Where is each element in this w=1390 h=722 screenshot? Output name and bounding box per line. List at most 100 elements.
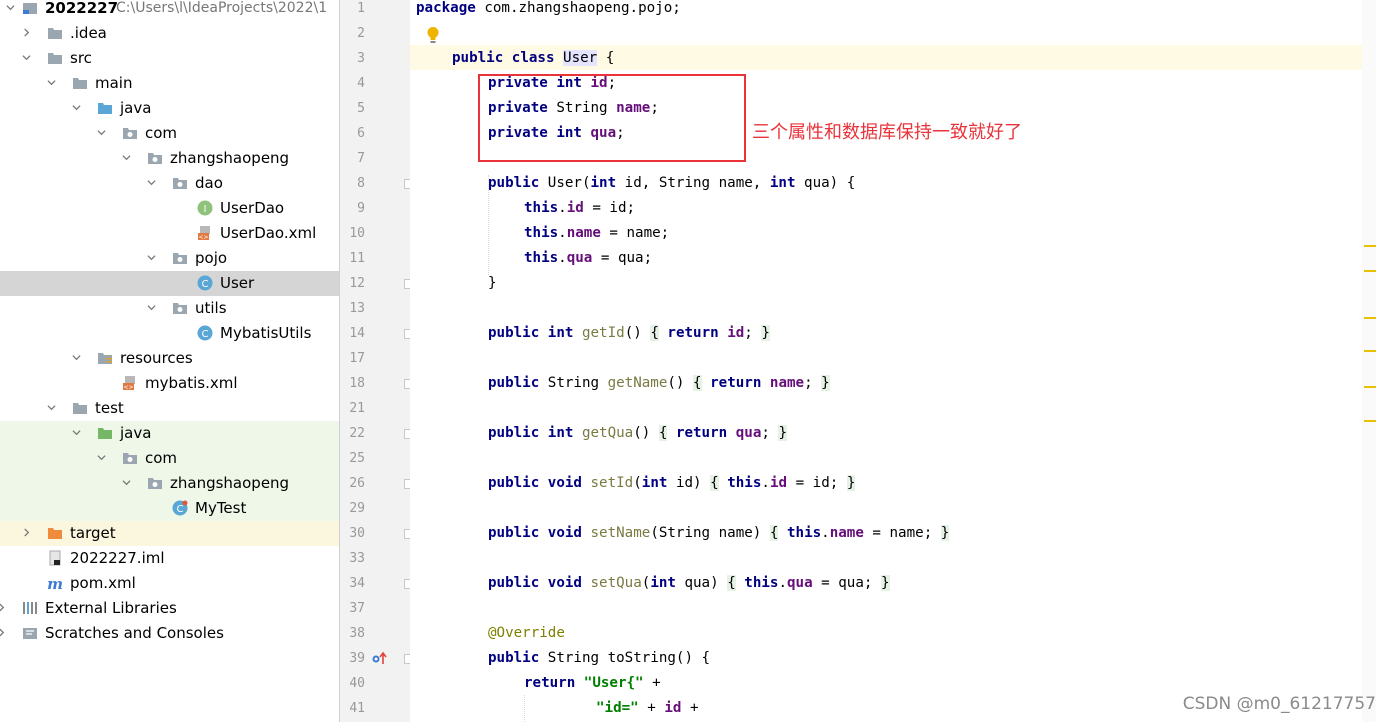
tree-row-scratches[interactable]: Scratches and Consoles: [0, 621, 339, 646]
override-method-icon[interactable]: [371, 650, 387, 666]
code-method: getQua: [581, 425, 634, 441]
tree-row-pojo[interactable]: pojo: [0, 246, 339, 271]
package-icon: [148, 153, 162, 164]
tree-row-utils[interactable]: utils: [0, 296, 339, 321]
tree-row-resources[interactable]: resources: [0, 346, 339, 371]
chevron-down-icon[interactable]: [6, 3, 15, 12]
tree-item-label: resources: [120, 349, 193, 367]
code-text: .: [558, 200, 567, 216]
tree-item-label: utils: [195, 299, 227, 317]
code-keyword: int: [769, 175, 796, 191]
tree-item-label: .idea: [70, 24, 107, 42]
tree-item-label: zhangshaopeng: [170, 474, 290, 492]
chevron-down-icon[interactable]: [72, 353, 81, 362]
error-stripe-marker[interactable]: [1364, 270, 1376, 272]
code-text: = id;: [583, 200, 636, 216]
line-number: 29: [349, 501, 365, 516]
error-stripe-marker[interactable]: [1364, 350, 1376, 352]
chevron-right-icon[interactable]: [0, 628, 6, 637]
code-line-40: return "User{" +: [524, 671, 661, 696]
tree-item-label: MybatisUtils: [220, 324, 312, 342]
tree-row-mybatis-xml[interactable]: <> mybatis.xml: [0, 371, 339, 396]
test-folder-icon: [98, 428, 112, 439]
tree-item-label: 2022227.iml: [70, 549, 165, 567]
code-keyword: int: [650, 575, 676, 591]
error-stripe-marker[interactable]: [1364, 245, 1376, 247]
tree-item-label: UserDao: [220, 199, 285, 217]
code-line-30: public void setName(String name) { this.…: [488, 521, 950, 546]
code-brace: {: [693, 375, 702, 391]
chevron-down-icon[interactable]: [122, 153, 131, 162]
code-brace: }: [821, 375, 830, 391]
line-number: 25: [349, 451, 365, 466]
chevron-down-icon[interactable]: [97, 128, 106, 137]
chevron-down-icon[interactable]: [72, 103, 81, 112]
tree-row-pom[interactable]: m pom.xml: [0, 571, 339, 596]
tree-row-main[interactable]: main: [0, 71, 339, 96]
line-number: 7: [357, 151, 365, 166]
code-field: id: [727, 325, 745, 341]
code-brace: }: [761, 325, 770, 341]
svg-text:<>: <>: [198, 234, 208, 241]
project-root-path: C:\Users\l\IdeaProjects\2022\1: [116, 0, 328, 16]
tree-row-project-root[interactable]: 2022227 C:\Users\l\IdeaProjects\2022\1: [0, 0, 339, 21]
code-text: ;: [863, 575, 873, 591]
tree-row-test-zhangshaopeng[interactable]: zhangshaopeng: [0, 471, 339, 496]
chevron-down-icon[interactable]: [47, 403, 56, 412]
chevron-down-icon[interactable]: [147, 303, 156, 312]
code-text: .: [761, 475, 770, 491]
tree-row-zhangshaopeng[interactable]: zhangshaopeng: [0, 146, 339, 171]
code-method: getName: [607, 375, 668, 391]
tree-item-label: com: [145, 449, 178, 467]
chevron-down-icon[interactable]: [97, 453, 106, 462]
tree-row-src[interactable]: src: [0, 46, 339, 71]
code-field: name: [829, 525, 864, 541]
chevron-down-icon[interactable]: [122, 478, 131, 487]
tree-row-idea[interactable]: .idea: [0, 21, 339, 46]
chevron-down-icon[interactable]: [47, 78, 56, 87]
code-keyword: return: [675, 425, 728, 441]
lightbulb-icon[interactable]: [426, 26, 440, 44]
class-icon: C: [197, 325, 213, 341]
tree-item-label: java: [120, 424, 152, 442]
line-number: 5: [357, 101, 365, 116]
chevron-down-icon[interactable]: [22, 53, 31, 62]
code-field: qua: [787, 575, 813, 591]
tree-row-com[interactable]: com: [0, 121, 339, 146]
tree-row-user-selected[interactable]: C User: [0, 271, 339, 296]
tree-row-userdao-xml[interactable]: <> UserDao.xml: [0, 221, 339, 246]
line-number: 6: [357, 126, 365, 141]
excluded-folder-icon: [48, 528, 62, 539]
tree-row-userdao[interactable]: I UserDao: [0, 196, 339, 221]
tree-row-mytest[interactable]: C MyTest: [0, 496, 339, 521]
tree-row-test[interactable]: test: [0, 396, 339, 421]
tree-row-target[interactable]: target: [0, 521, 339, 546]
tree-row-dao[interactable]: dao: [0, 171, 339, 196]
error-stripe-marker[interactable]: [1364, 420, 1376, 422]
iml-file-icon: [49, 550, 61, 566]
tree-row-external-libraries[interactable]: External Libraries: [0, 596, 339, 621]
chevron-right-icon[interactable]: [0, 603, 6, 612]
line-number: 14: [349, 326, 365, 341]
chevron-down-icon[interactable]: [72, 428, 81, 437]
code-keyword: this: [524, 250, 559, 266]
error-stripe-marker[interactable]: [1364, 317, 1376, 319]
tree-row-test-java[interactable]: java: [0, 421, 339, 446]
line-number: 11: [349, 251, 365, 266]
code-text: .: [821, 525, 830, 541]
code-text: (): [667, 375, 694, 391]
tree-row-iml[interactable]: 2022227.iml: [0, 546, 339, 571]
editor-scrollbar[interactable]: [1362, 0, 1376, 722]
package-icon: [148, 478, 162, 489]
chevron-right-icon[interactable]: [22, 528, 31, 537]
tree-row-mybatisutils[interactable]: C MybatisUtils: [0, 321, 339, 346]
code-keyword: public: [488, 650, 540, 666]
chevron-down-icon[interactable]: [147, 178, 156, 187]
error-stripe-marker[interactable]: [1364, 386, 1376, 388]
tree-row-main-java[interactable]: java: [0, 96, 339, 121]
tree-row-test-com[interactable]: com: [0, 446, 339, 471]
chevron-right-icon[interactable]: [22, 28, 31, 37]
chevron-down-icon[interactable]: [147, 253, 156, 262]
scratches-icon: [23, 628, 37, 639]
tree-item-label: target: [70, 524, 116, 542]
